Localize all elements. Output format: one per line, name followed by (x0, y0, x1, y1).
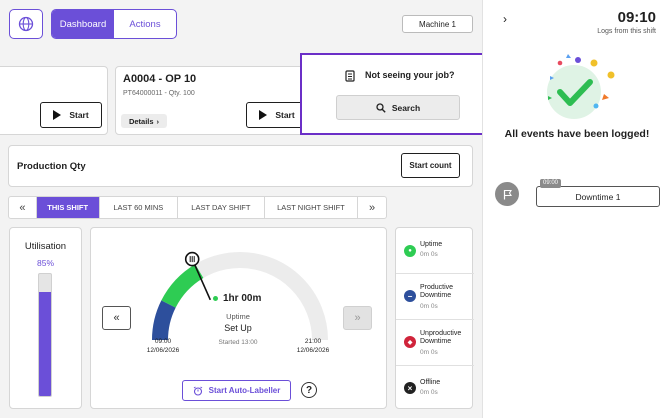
events-sidebar: › 09:10 Logs from this shift All events … (482, 0, 670, 418)
details-label: Details (128, 116, 154, 126)
legend-value: 0m 0s (420, 251, 438, 258)
tab-dashboard[interactable]: Dashboard (52, 10, 114, 38)
shift-tabs: « THIS SHIFT LAST 60 MINS LAST DAY SHIFT… (8, 196, 387, 219)
play-icon (259, 110, 268, 120)
gauge-downtime-segment (151, 300, 176, 341)
logs-subtitle: Logs from this shift (597, 28, 656, 35)
main-tabs: Dashboard Actions (51, 9, 177, 39)
shift-prev-button[interactable]: « (9, 197, 37, 218)
gauge-start-date: 12/06/2026 (146, 347, 180, 354)
gauge-state: Uptime (226, 312, 250, 321)
start-label: Start (275, 110, 295, 120)
collapse-sidebar-button[interactable]: › (503, 12, 507, 26)
gauge-marker-icon (184, 251, 200, 267)
legend-item-uptime: ● Uptime 0m 0s (396, 228, 474, 274)
details-button[interactable]: Details › (121, 114, 167, 128)
play-icon (53, 110, 62, 120)
utilisation-value: 85% (36, 258, 54, 268)
event-downtime-1[interactable]: Downtime 1 (536, 186, 660, 207)
gauge-duration: 1hr 00m (223, 293, 262, 304)
gauge-prev-button[interactable]: « (102, 306, 131, 330)
tab-this-shift[interactable]: THIS SHIFT (36, 197, 100, 218)
start-button-previous[interactable]: Start (40, 102, 102, 128)
search-button[interactable]: Search (336, 95, 460, 120)
start-button[interactable]: Start (246, 102, 308, 128)
current-time: 09:10 (617, 9, 656, 26)
start-count-button[interactable]: Start count (401, 153, 460, 178)
all-logged-illustration-icon (547, 54, 615, 119)
search-label: Search (391, 102, 421, 113)
legend-name: Productive Downtime (420, 284, 454, 299)
tab-actions[interactable]: Actions (114, 10, 176, 38)
gauge-activity: Set Up (224, 323, 252, 333)
legend-card: ● Uptime 0m 0s − Productive Downtime 0m … (395, 227, 474, 410)
help-button[interactable]: ? (301, 382, 317, 398)
language-button[interactable] (9, 9, 43, 39)
all-logged-message: All events have been logged! (504, 128, 650, 140)
legend-value: 0m 0s (420, 349, 438, 356)
job-list-icon (345, 69, 355, 87)
shift-next-button[interactable]: » (358, 197, 386, 218)
legend-name: Unproductive Downtime (420, 330, 462, 345)
gauge-started: Started 13:00 (218, 339, 258, 346)
machine-selector[interactable]: Machine 1 (402, 15, 473, 33)
globe-icon (18, 16, 34, 32)
legend-item-offline: × Offline 0m 0s (396, 366, 474, 410)
gauge-next-button[interactable]: » (343, 306, 372, 330)
productive-downtime-icon: − (404, 290, 416, 302)
job-subtitle: PT64000011 - Qty. 100 (123, 90, 195, 97)
utilisation-bar-fill (39, 292, 51, 396)
chevron-right-icon: › (156, 116, 160, 126)
event-time-badge: 09:00 (540, 179, 562, 188)
legend-item-productive-downtime: − Productive Downtime 0m 0s (396, 274, 474, 320)
main-panel: Dashboard Actions Machine 1 Start A0004 … (0, 0, 493, 418)
not-seeing-job-panel (300, 53, 493, 135)
alarm-clock-icon (193, 386, 202, 396)
downtime-event-icon (495, 182, 519, 206)
auto-labeller-label: Start Auto-Labeller (208, 386, 281, 395)
not-seeing-text: Not seeing your job? (365, 70, 455, 80)
uptime-icon: ● (404, 245, 416, 257)
legend-item-unproductive-downtime: ◆ Unproductive Downtime 0m 0s (396, 320, 474, 366)
gauge-end-date: 12/06/2026 (296, 347, 330, 354)
tab-last-day-shift[interactable]: LAST DAY SHIFT (178, 197, 265, 218)
tab-last-60-mins[interactable]: LAST 60 MINS (100, 197, 179, 218)
utilisation-bar (38, 273, 52, 397)
search-icon (376, 102, 386, 113)
flag-icon (503, 189, 512, 199)
legend-value: 0m 0s (420, 303, 438, 310)
gauge-start-time: 09:00 (154, 338, 172, 345)
chevron-right-icon: › (503, 12, 507, 26)
job-title: A0004 - OP 10 (123, 73, 197, 85)
start-label: Start (69, 110, 89, 120)
legend-name: Offline (420, 379, 441, 386)
unproductive-downtime-icon: ◆ (404, 336, 416, 348)
legend-name: Uptime (420, 241, 443, 248)
tab-last-night-shift[interactable]: LAST NIGHT SHIFT (265, 197, 359, 218)
gauge-uptime-segment (161, 264, 204, 308)
utilisation-label: Utilisation (24, 241, 67, 252)
production-qty-label: Production Qty (17, 161, 86, 172)
uptime-dot (213, 296, 218, 301)
app-root: Dashboard Actions Machine 1 Start A0004 … (0, 0, 670, 418)
gauge-end-time: 21:00 (304, 338, 322, 345)
offline-icon: × (404, 382, 416, 394)
start-auto-labeller-button[interactable]: Start Auto-Labeller (182, 380, 291, 401)
legend-value: 0m 0s (420, 389, 438, 396)
